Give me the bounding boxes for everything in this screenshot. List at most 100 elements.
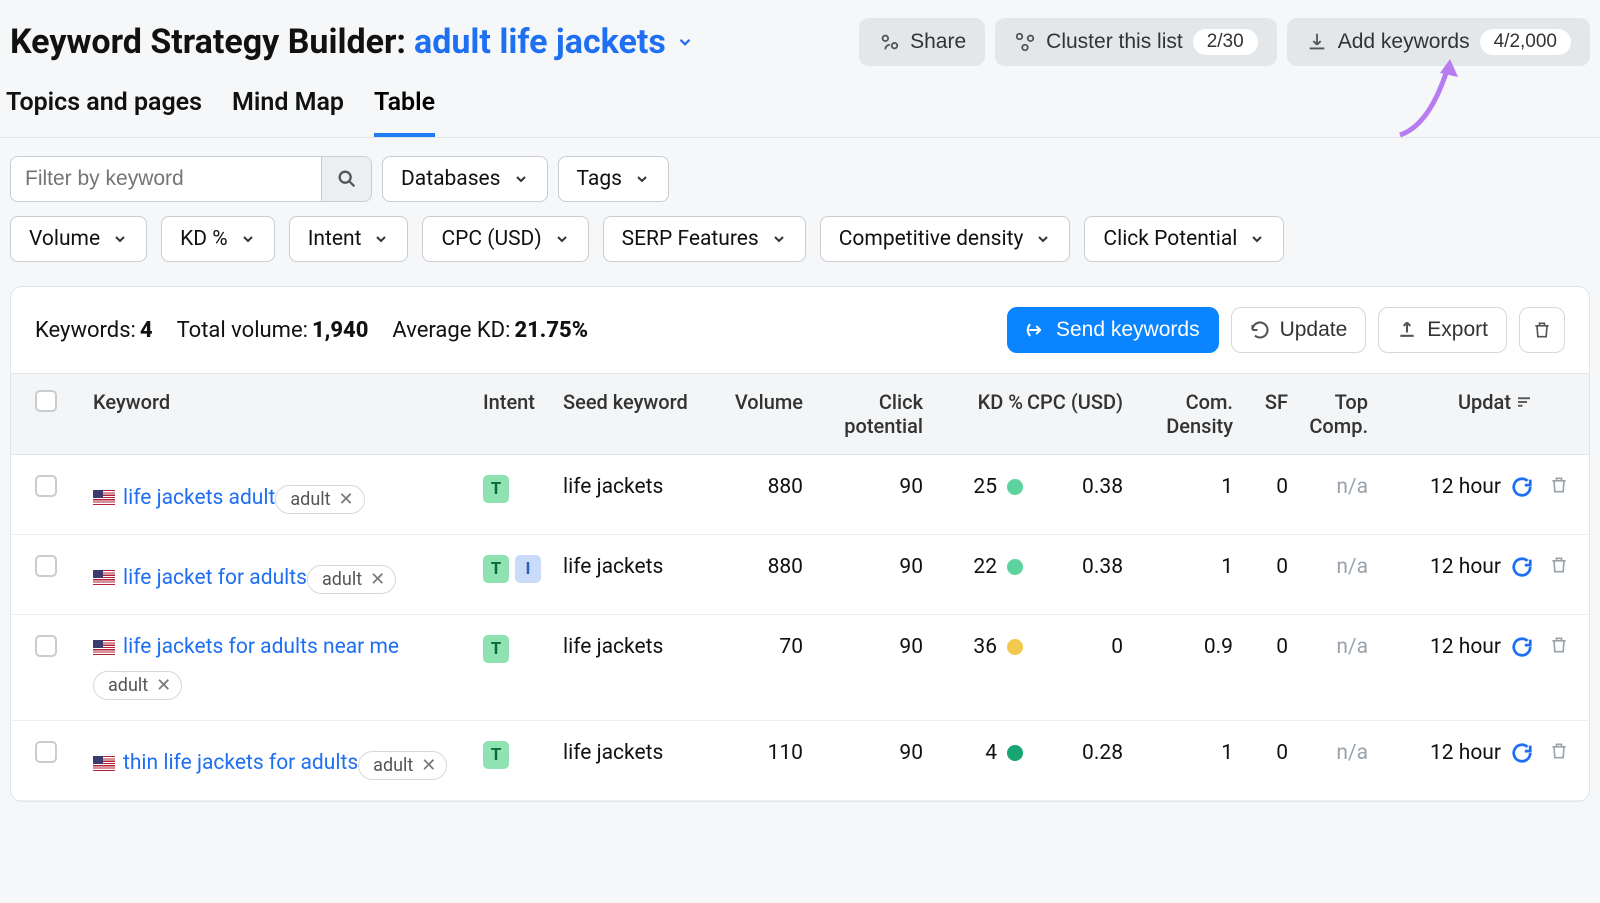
databases-label: Databases <box>401 167 501 191</box>
delete-row-button[interactable] <box>1533 475 1585 501</box>
filter-label: Intent <box>308 227 362 251</box>
refresh-row-button[interactable] <box>1511 476 1533 498</box>
chevron-down-icon <box>513 171 529 187</box>
col-top-comp[interactable]: Top Comp. <box>1288 390 1368 438</box>
tab-table[interactable]: Table <box>374 88 435 137</box>
cpc-value: 0.38 <box>1023 475 1123 499</box>
keyword-tag[interactable]: adult ✕ <box>93 671 182 700</box>
chevron-down-icon <box>634 171 650 187</box>
filter-dropdown-kd-[interactable]: KD % <box>161 216 275 262</box>
volume-value: 880 <box>693 555 803 579</box>
sf-value: 0 <box>1233 741 1288 765</box>
table-row: life jacket for adultsadult✕TIlife jacke… <box>11 535 1589 615</box>
filter-label: SERP Features <box>622 227 759 251</box>
keyword-tag[interactable]: adult✕ <box>275 485 364 514</box>
col-com-density[interactable]: Com. Density <box>1123 390 1233 438</box>
share-button[interactable]: Share <box>859 18 985 66</box>
databases-dropdown[interactable]: Databases <box>382 156 548 202</box>
col-kd[interactable]: KD % <box>923 390 1023 414</box>
filter-dropdown-volume[interactable]: Volume <box>10 216 147 262</box>
tags-dropdown[interactable]: Tags <box>558 156 669 202</box>
table-row: life jackets adultadult✕Tlife jackets880… <box>11 455 1589 535</box>
trash-icon <box>1549 555 1569 575</box>
delete-row-button[interactable] <box>1533 741 1585 767</box>
flag-us-icon <box>93 756 115 771</box>
col-cpc[interactable]: CPC (USD) <box>1023 390 1123 414</box>
page-title-prefix: Keyword Strategy Builder: <box>10 22 406 62</box>
flag-us-icon <box>93 490 115 505</box>
search-button[interactable] <box>321 157 371 201</box>
updated-value: 12 hour <box>1430 555 1501 579</box>
keyword-tag[interactable]: adult✕ <box>358 751 447 780</box>
export-button[interactable]: Export <box>1378 307 1507 353</box>
keyword-list-name[interactable]: adult life jackets <box>414 22 694 62</box>
row-checkbox[interactable] <box>35 555 57 577</box>
col-volume[interactable]: Volume <box>693 390 803 414</box>
col-updated[interactable]: Updat <box>1368 390 1533 414</box>
click-potential-value: 90 <box>803 635 923 659</box>
remove-tag-button[interactable]: ✕ <box>339 489 354 510</box>
remove-tag-button[interactable]: ✕ <box>370 569 385 590</box>
keyword-link[interactable]: life jackets for adults near me <box>93 635 399 659</box>
top-comp-value: n/a <box>1288 635 1368 659</box>
chevron-down-icon <box>1035 231 1051 247</box>
add-keywords-button[interactable]: Add keywords 4/2,000 <box>1287 18 1590 66</box>
seed-keyword: life jackets <box>563 475 693 499</box>
click-potential-value: 90 <box>803 555 923 579</box>
export-icon <box>1397 320 1417 340</box>
add-keywords-count: 4/2,000 <box>1480 29 1571 55</box>
tag-text: adult <box>108 675 148 696</box>
add-keywords-label: Add keywords <box>1338 30 1470 54</box>
filter-dropdown-serp-features[interactable]: SERP Features <box>603 216 806 262</box>
filter-keyword-input[interactable] <box>11 157 321 201</box>
keyword-link[interactable]: life jacket for adults <box>93 566 307 590</box>
keyword-tag[interactable]: adult✕ <box>307 565 396 594</box>
delete-row-button[interactable] <box>1533 635 1585 661</box>
kd-difficulty-dot <box>1007 639 1023 655</box>
tab-mind-map[interactable]: Mind Map <box>232 88 344 137</box>
intent-badge-t: T <box>483 555 509 583</box>
delete-row-button[interactable] <box>1533 555 1585 581</box>
remove-tag-button[interactable]: ✕ <box>156 675 171 696</box>
keyword-link[interactable]: thin life jackets for adults <box>93 751 358 775</box>
filter-dropdown-intent[interactable]: Intent <box>289 216 409 262</box>
update-button[interactable]: Update <box>1231 307 1367 353</box>
select-all-checkbox[interactable] <box>35 390 57 412</box>
seed-keyword: life jackets <box>563 635 693 659</box>
table-row: thin life jackets for adultsadult✕Tlife … <box>11 721 1589 801</box>
filter-label: CPC (USD) <box>441 227 541 251</box>
col-intent[interactable]: Intent <box>483 390 563 414</box>
tab-topics-pages[interactable]: Topics and pages <box>6 88 202 137</box>
filter-dropdown-competitive-density[interactable]: Competitive density <box>820 216 1071 262</box>
col-keyword[interactable]: Keyword <box>93 390 483 414</box>
row-checkbox[interactable] <box>35 635 57 657</box>
density-value: 1 <box>1123 555 1233 579</box>
send-keywords-button[interactable]: Send keywords <box>1007 307 1219 353</box>
refresh-row-button[interactable] <box>1511 636 1533 658</box>
cluster-button[interactable]: Cluster this list 2/30 <box>995 18 1277 66</box>
remove-tag-button[interactable]: ✕ <box>421 755 436 776</box>
total-volume-label: Total volume: <box>177 318 308 343</box>
row-checkbox[interactable] <box>35 475 57 497</box>
keyword-link[interactable]: life jackets adult <box>93 486 275 510</box>
updated-value: 12 hour <box>1430 635 1501 659</box>
chevron-down-icon <box>240 231 256 247</box>
cluster-label: Cluster this list <box>1046 30 1183 54</box>
col-click-potential[interactable]: Click potential <box>803 390 923 438</box>
sf-value: 0 <box>1233 635 1288 659</box>
refresh-row-button[interactable] <box>1511 742 1533 764</box>
search-icon <box>336 168 358 190</box>
col-sf[interactable]: SF <box>1233 390 1288 414</box>
row-checkbox[interactable] <box>35 741 57 763</box>
volume-value: 110 <box>693 741 803 765</box>
chevron-down-icon <box>771 231 787 247</box>
filter-dropdown-cpc-usd-[interactable]: CPC (USD) <box>422 216 588 262</box>
kd-value: 25 <box>973 475 997 499</box>
refresh-row-button[interactable] <box>1511 556 1533 578</box>
col-seed[interactable]: Seed keyword <box>563 390 693 414</box>
delete-all-button[interactable] <box>1519 307 1565 353</box>
filter-label: Click Potential <box>1103 227 1237 251</box>
filter-label: Volume <box>29 227 100 251</box>
top-comp-value: n/a <box>1288 741 1368 765</box>
filter-dropdown-click-potential[interactable]: Click Potential <box>1084 216 1284 262</box>
